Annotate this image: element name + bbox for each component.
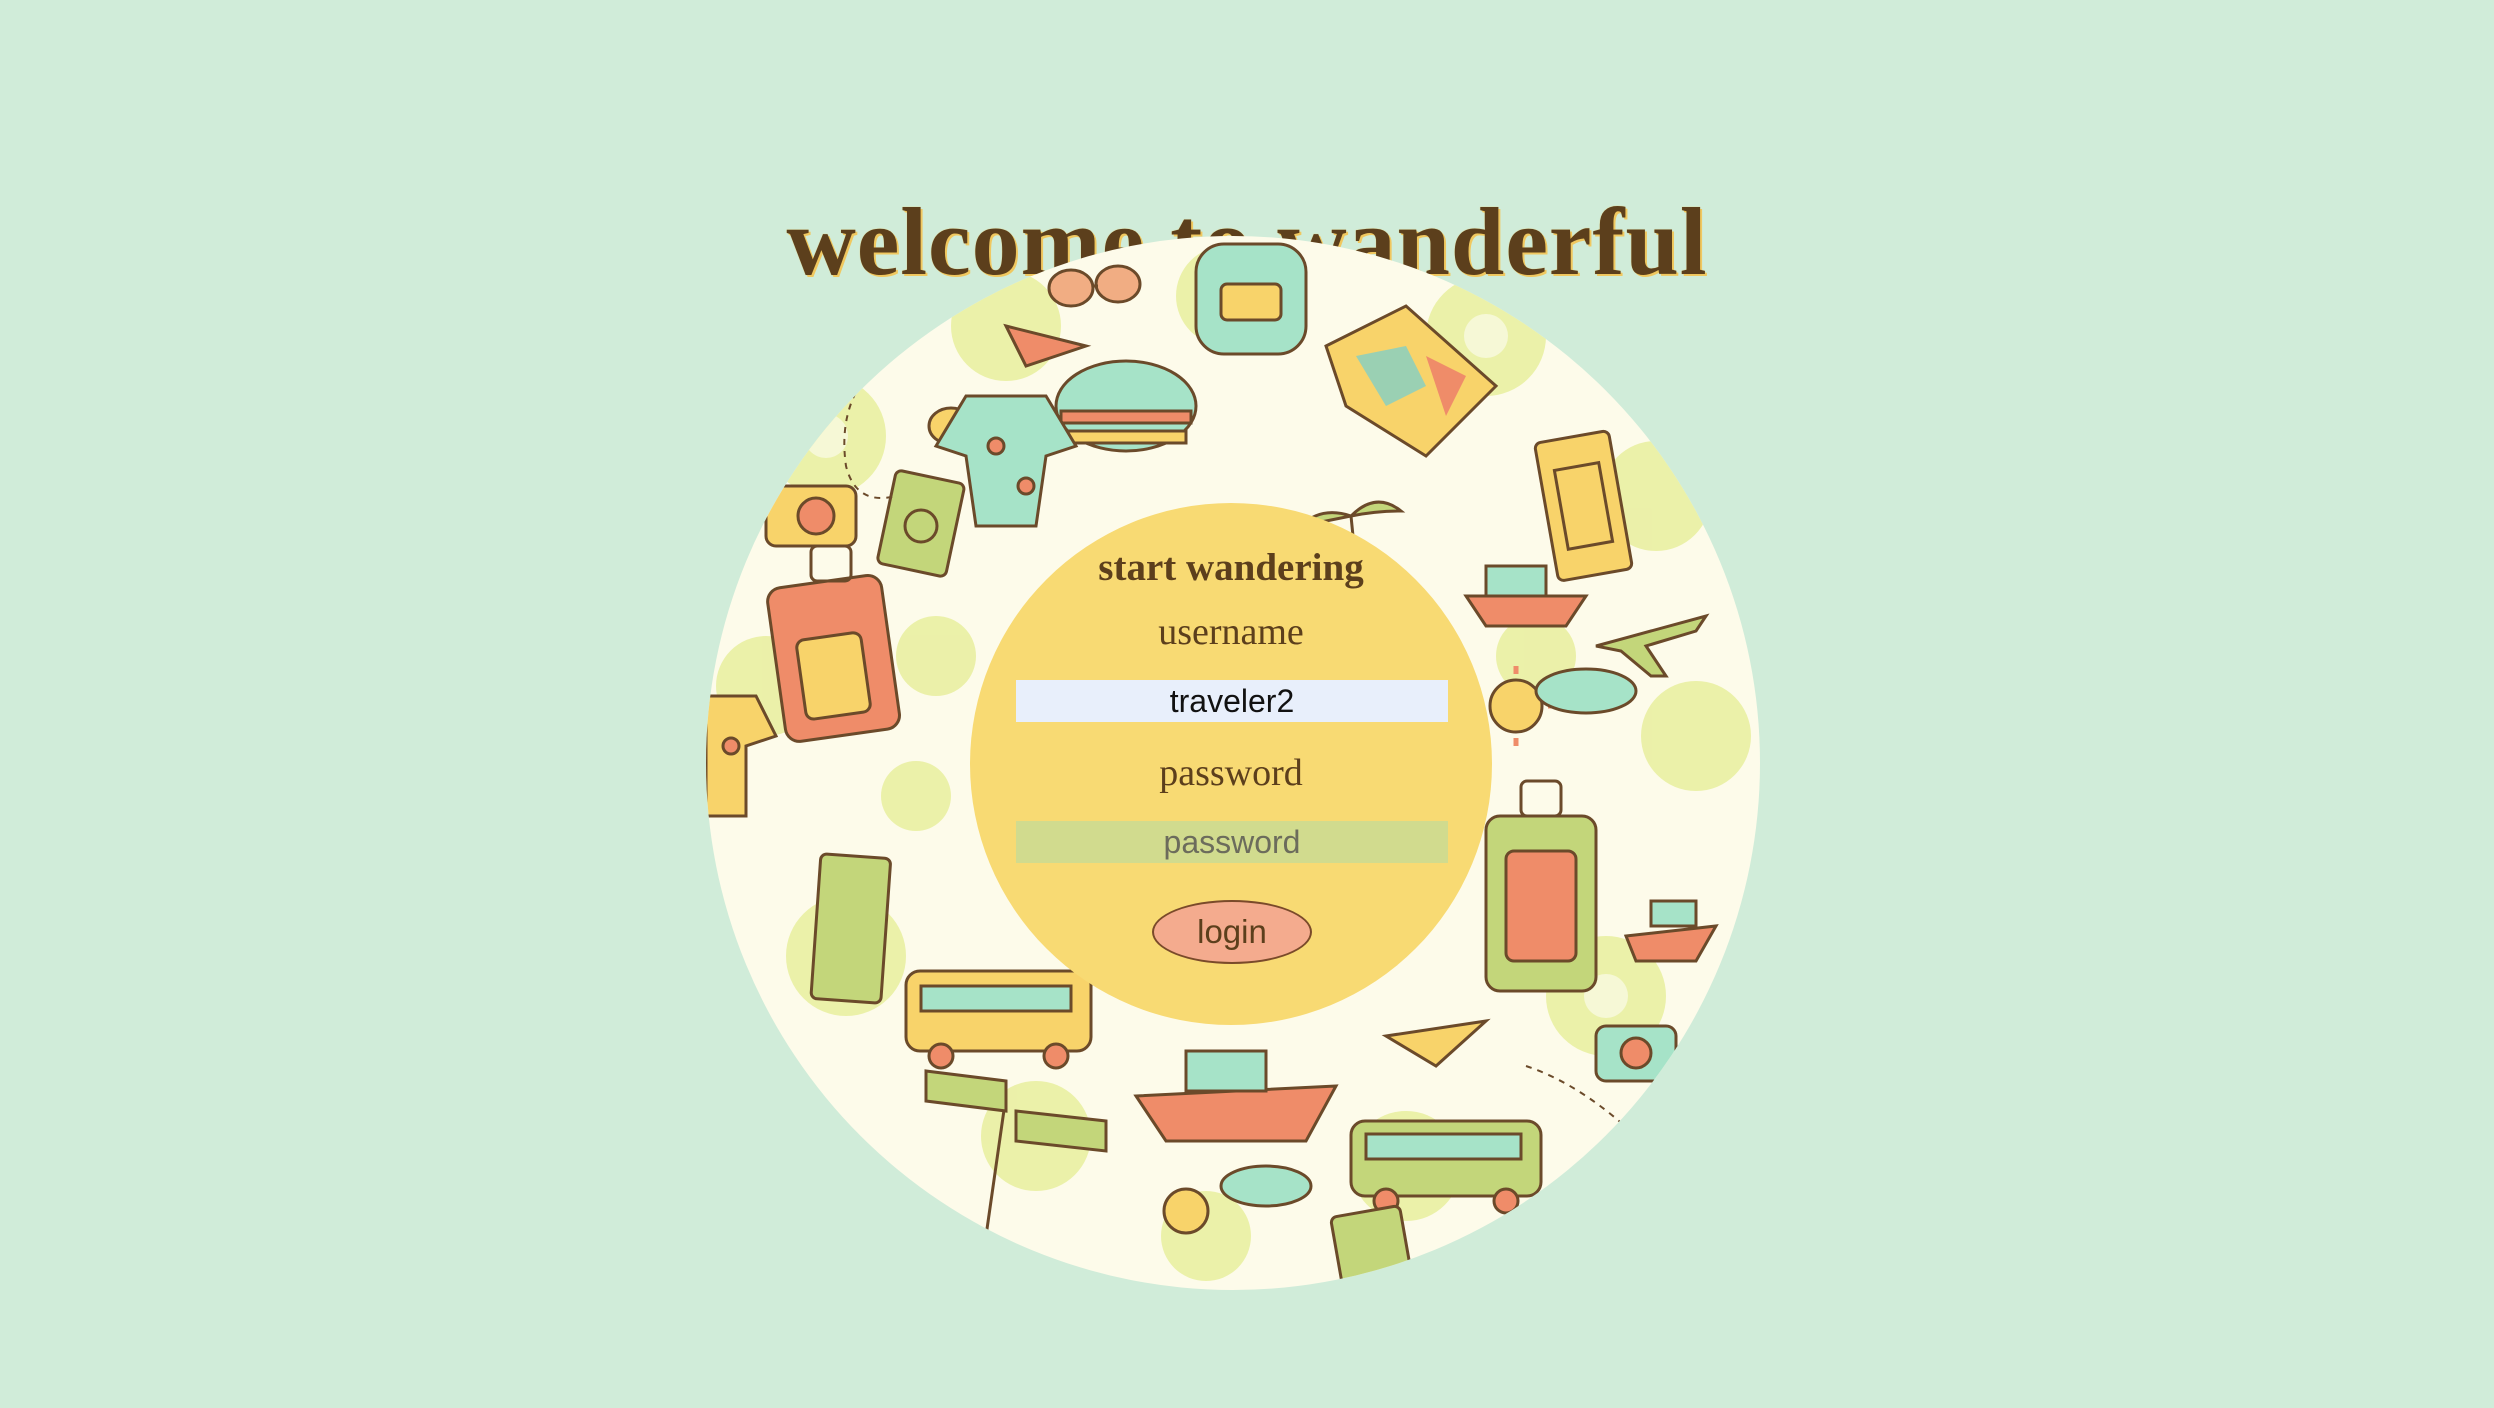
- suitcase-icon: [766, 544, 901, 743]
- username-field[interactable]: [1016, 680, 1448, 722]
- cloud-icon: [1534, 667, 1638, 715]
- bus-icon: [904, 969, 1093, 1070]
- sunglasses-icon: [1047, 264, 1142, 308]
- airplane-icon: [1595, 613, 1710, 678]
- password-label: password: [1159, 752, 1303, 794]
- login-button[interactable]: login: [1152, 900, 1312, 964]
- password-field[interactable]: [1016, 821, 1448, 863]
- camera-icon: [764, 484, 858, 548]
- form-heading: start wandering: [1098, 546, 1364, 589]
- passport-icon: [876, 469, 966, 578]
- username-label: username: [1158, 611, 1304, 653]
- backpack-icon: [1194, 242, 1308, 356]
